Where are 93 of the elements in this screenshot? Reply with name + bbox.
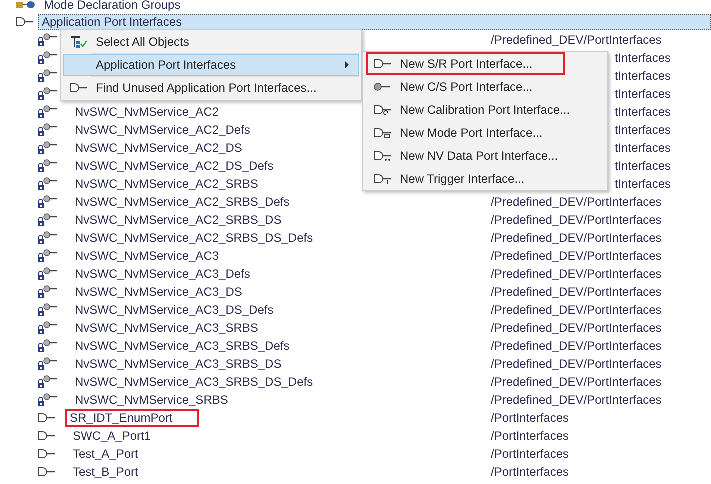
tree-item[interactable]: NvSWC_NvMService_AC3_Defs (71, 266, 254, 282)
locked-port-icon (37, 69, 59, 83)
tree-item[interactable]: NvSWC_NvMService_AC2 (71, 104, 224, 120)
port-icon (37, 412, 57, 424)
path-text: /Predefined_DEV/PortInterfaces (491, 339, 662, 353)
path-text: /Predefined_DEV/PortInterfaces (491, 375, 662, 389)
locked-port-icon (37, 231, 59, 245)
locked-port-icon (37, 249, 59, 263)
path-text: /Predefined_DEV/PortInterfaces (491, 303, 662, 317)
tree-item[interactable]: NvSWC_NvMService_AC2_Defs (71, 122, 254, 138)
menu-item[interactable]: Find Unused Application Port Interfaces... (63, 77, 359, 99)
tree-item[interactable]: Application Port Interfaces (38, 14, 711, 30)
path-text: /Predefined_DEV/PortInterfaces (491, 357, 662, 371)
locked-port-icon (37, 105, 59, 119)
locked-port-icon (37, 123, 59, 137)
locked-port-icon (37, 159, 59, 173)
path-text: tInterfaces (614, 51, 671, 65)
locked-port-icon (37, 213, 59, 227)
locked-port-icon (37, 267, 59, 281)
port-icon (15, 16, 35, 28)
menu-item[interactable]: New S/R Port Interface... (366, 52, 565, 75)
tree-item[interactable]: Test_A_Port (69, 446, 142, 462)
path-text: /Predefined_DEV/PortInterfaces (491, 267, 662, 281)
locked-port-icon (37, 87, 59, 101)
menu-item[interactable]: Select All Objects (63, 31, 359, 53)
tree-item[interactable]: NvSWC_NvMService_AC2_SRBS_DS (71, 212, 286, 228)
path-text: tInterfaces (614, 123, 671, 137)
port-icon (37, 466, 57, 478)
locked-port-icon (37, 141, 59, 155)
path-text: /Predefined_DEV/PortInterfaces (491, 249, 662, 263)
path-text: /Predefined_DEV/PortInterfaces (491, 285, 662, 299)
locked-port-icon (37, 195, 59, 209)
port-icon (69, 82, 89, 94)
port-icon (37, 430, 57, 442)
port-icon (373, 172, 393, 184)
path-text: tInterfaces (614, 159, 671, 173)
locked-port-icon (37, 393, 59, 407)
tree-item[interactable]: NvSWC_NvMService_AC3_SRBS_DS_Defs (71, 374, 318, 390)
tree-item[interactable]: NvSWC_NvMService_AC3_DS_Defs (71, 302, 278, 318)
locked-port-icon (37, 339, 59, 353)
path-text: tInterfaces (614, 105, 671, 119)
locked-port-icon (37, 357, 59, 371)
menu-item[interactable]: New NV Data Port Interface... (366, 144, 590, 167)
path-text: /PortInterfaces (491, 465, 570, 479)
tree-item[interactable]: NvSWC_NvMService_AC2_DS_Defs (71, 158, 278, 174)
menu-item[interactable]: New Mode Port Interface... (366, 121, 575, 144)
tree-item[interactable]: NvSWC_NvMService_AC3 (71, 248, 224, 264)
mode-groups-icon (15, 0, 37, 11)
locked-port-icon (37, 177, 59, 191)
path-text: tInterfaces (614, 69, 671, 83)
tree-item[interactable]: NvSWC_NvMService_AC2_DS (71, 140, 246, 156)
locked-port-icon (37, 33, 59, 47)
submenu-arrow-icon (344, 61, 350, 69)
menu-item[interactable]: New Trigger Interface... (366, 167, 557, 190)
circle-port-icon (373, 80, 393, 92)
tree-item[interactable]: NvSWC_NvMService_AC3_SRBS_DS (71, 356, 286, 372)
path-text: /PortInterfaces (491, 411, 570, 425)
menu-item[interactable]: New Calibration Port Interface... (366, 98, 602, 121)
path-text: /Predefined_DEV/PortInterfaces (491, 393, 662, 407)
port-icon (373, 150, 393, 162)
path-text: /Predefined_DEV/PortInterfaces (491, 213, 662, 227)
path-text: /Predefined_DEV/PortInterfaces (491, 321, 662, 335)
menu-item[interactable]: Application Port Interfaces (63, 54, 359, 76)
port-icon (373, 104, 393, 116)
locked-port-icon (37, 285, 59, 299)
tree-item[interactable]: NvSWC_NvMService_AC3_SRBS (71, 320, 262, 336)
tree-item[interactable]: NvSWC_NvMService_AC2_SRBS_Defs (71, 194, 294, 210)
path-text: /PortInterfaces (491, 447, 570, 461)
tree-item[interactable]: Mode Declaration Groups (40, 0, 185, 13)
path-text: tInterfaces (614, 141, 671, 155)
port-icon (373, 58, 393, 70)
tree-item[interactable]: NvSWC_NvMService_AC3_SRBS_Defs (71, 338, 294, 354)
path-text: /Predefined_DEV/PortInterfaces (491, 195, 662, 209)
port-icon (37, 448, 57, 460)
path-text: tInterfaces (614, 87, 671, 101)
tree-item[interactable]: NvSWC_NvMService_AC3_DS (71, 284, 246, 300)
path-text: /Predefined_DEV/PortInterfaces (491, 231, 662, 245)
menu-item[interactable]: New C/S Port Interface... (366, 75, 565, 98)
locked-port-icon (37, 51, 59, 65)
path-text: tInterfaces (614, 177, 671, 191)
tree-item[interactable]: SR_IDT_EnumPort (65, 409, 199, 427)
tree-item[interactable]: NvSWC_NvMService_AC2_SRBS_DS_Defs (71, 230, 318, 246)
tree-item[interactable]: SWC_A_Port1 (69, 428, 156, 444)
port-icon (373, 126, 393, 138)
select-tree-icon (69, 34, 89, 50)
locked-port-icon (37, 321, 59, 335)
tree-item[interactable]: NvSWC_NvMService_AC2_SRBS (71, 176, 262, 192)
locked-port-icon (37, 303, 59, 317)
tree-item[interactable]: NvSWC_NvMService_SRBS (71, 392, 232, 408)
locked-port-icon (37, 375, 59, 389)
path-text: /PortInterfaces (491, 429, 570, 443)
tree-item[interactable]: Test_B_Port (69, 464, 142, 480)
path-text: /Predefined_DEV/PortInterfaces (491, 33, 662, 47)
